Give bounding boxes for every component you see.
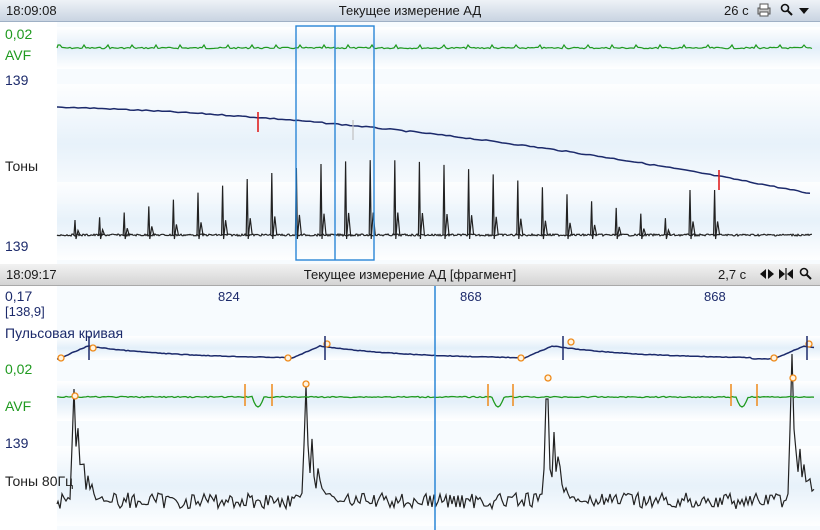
fragment-panel: 18:09:17 Текущее измерение АД [фрагмент]… (0, 264, 820, 530)
scroll-left-right-icon[interactable] (760, 267, 774, 281)
pulse-foot-marker (57, 354, 65, 362)
fragment-bracket-value: [138,9] (5, 304, 45, 319)
fragment-duration: 2,7 с (718, 267, 747, 282)
overview-panel: 18:09:08 Текущее измерение АД 26 с 0,02 … (0, 0, 820, 264)
zoom-icon[interactable] (799, 267, 813, 281)
tone-peak-marker (544, 374, 552, 382)
fragment-pulse-scale: 0,17 (5, 288, 33, 304)
fragment-pulse-label: Пульсовая кривая (5, 325, 124, 341)
fit-icon[interactable] (779, 267, 793, 281)
fragment-avf-label: AVF (5, 398, 32, 414)
overview-avf-scale: 0,02 (5, 26, 33, 42)
overview-plot[interactable] (0, 22, 820, 264)
pulse-foot-marker (770, 354, 778, 362)
pulse-foot-marker (284, 354, 292, 362)
interval-label: 868 (460, 289, 482, 304)
interval-label: 824 (218, 289, 240, 304)
tone-peak-marker (789, 374, 797, 382)
fragment-pressure-label: 139 (5, 435, 29, 451)
overview-avf-label: AVF (5, 47, 32, 63)
zoom-icon[interactable] (780, 3, 794, 17)
tone-peak-marker (71, 392, 79, 400)
fragment-plot[interactable] (0, 286, 820, 530)
fragment-titlebar: 18:09:17 Текущее измерение АД [фрагмент]… (0, 264, 820, 286)
overview-pressure-top: 139 (5, 72, 29, 88)
dropdown-arrow-icon[interactable] (798, 3, 812, 17)
fragment-title: Текущее измерение АД [фрагмент] (303, 267, 517, 282)
fragment-tones-label: Тоны 80Гц (5, 473, 74, 489)
pulse-foot-marker (517, 354, 525, 362)
overview-tones-label: Тоны (5, 158, 39, 174)
overview-pressure-bottom: 139 (5, 238, 29, 254)
interval-label: 868 (704, 289, 726, 304)
tone-peak-marker (302, 380, 310, 388)
overview-titlebar: 18:09:08 Текущее измерение АД 26 с (0, 0, 820, 22)
overview-title: Текущее измерение АД (338, 3, 482, 18)
fragment-avf-scale: 0,02 (5, 361, 33, 377)
pulse-peak-marker (89, 344, 97, 352)
pulse-peak-marker (567, 338, 575, 346)
printer-icon[interactable] (756, 3, 771, 17)
overview-duration: 26 с (724, 3, 749, 18)
